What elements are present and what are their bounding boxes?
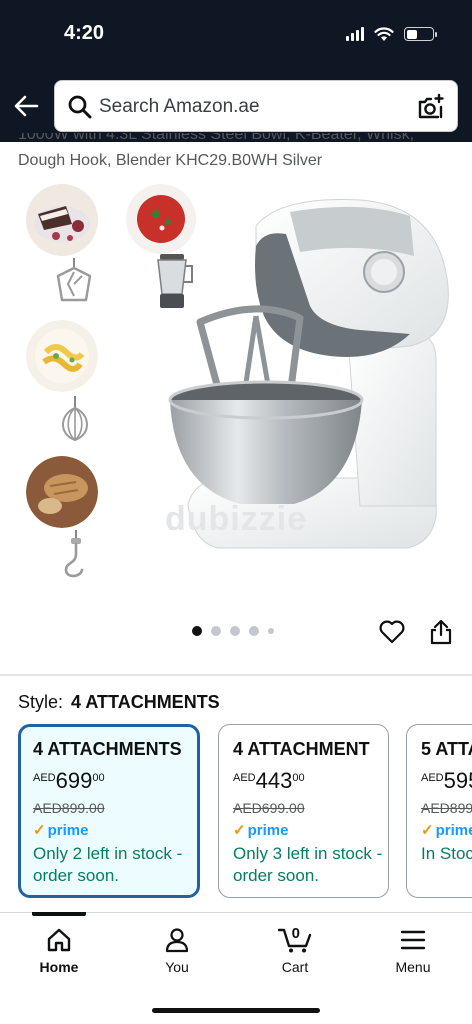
product-title: 1000W with 4.3L Stainless Steel Bowl, K-… — [18, 133, 458, 175]
prime-check-icon: ✓ — [33, 822, 46, 839]
style-label-text: Style: — [18, 692, 64, 712]
status-bar: 4:20 — [0, 0, 472, 70]
thumbnail-pasta[interactable] — [26, 320, 98, 392]
style-label: Style: 4 ATTACHMENTS — [18, 692, 220, 713]
wifi-icon — [374, 27, 394, 41]
share-icon[interactable] — [428, 618, 454, 646]
section-divider — [0, 674, 472, 676]
home-icon — [47, 928, 71, 952]
option-stock: Only 3 left in stock - order soon. — [233, 844, 383, 885]
nav-you-label: You — [165, 959, 189, 975]
search-header: Search Amazon.ae — [0, 70, 472, 142]
home-indicator[interactable] — [152, 1008, 320, 1013]
style-option-card[interactable]: 4 ATTACHMENTS AED69900 AED899.00 ✓ prime … — [18, 724, 200, 898]
style-option-card[interactable]: 4 ATTACHMENT AED44300 AED699.00 ✓ prime O… — [218, 724, 389, 898]
option-price: AED69900 — [33, 768, 105, 793]
nav-active-indicator — [32, 912, 86, 916]
style-selected-value: 4 ATTACHMENTS — [71, 692, 220, 712]
option-title: 4 ATTACHMENT — [233, 739, 370, 759]
search-placeholder: Search Amazon.ae — [99, 96, 260, 117]
bread-image — [26, 456, 98, 528]
search-input[interactable]: Search Amazon.ae — [54, 80, 458, 132]
option-price: AED59500 — [421, 768, 472, 793]
carousel-dot[interactable] — [211, 626, 221, 636]
prime-badge: ✓prime — [33, 821, 89, 840]
nav-home[interactable]: Home — [14, 927, 104, 975]
option-price: AED44300 — [233, 768, 305, 793]
thumbnail-bread[interactable] — [26, 456, 98, 528]
battery-icon — [404, 27, 437, 41]
back-arrow-icon[interactable] — [12, 92, 40, 120]
nav-you[interactable]: You — [132, 927, 222, 975]
carousel-dot[interactable] — [192, 626, 202, 636]
option-title: 5 ATTACHMENTS — [421, 739, 472, 759]
option-stock: In Stock — [421, 844, 472, 863]
carousel-dot[interactable] — [249, 626, 259, 636]
nav-menu-label: Menu — [395, 959, 431, 975]
nav-menu[interactable]: Menu — [368, 927, 458, 975]
status-time: 4:20 — [64, 22, 105, 44]
option-stock: Only 2 left in stock - order soon. — [33, 844, 183, 885]
carousel-dot[interactable] — [230, 626, 240, 636]
camera-search-icon[interactable] — [417, 93, 445, 121]
dough-hook-icon — [64, 530, 84, 578]
style-option-card[interactable]: 5 ATTACHMENTS AED59500 AED899.00 ✓prime … — [406, 724, 472, 898]
image-carousel-dots[interactable] — [192, 626, 274, 636]
prime-badge: ✓prime — [233, 821, 289, 840]
hamburger-menu-icon — [400, 930, 426, 950]
nav-cart-label: Cart — [281, 959, 309, 975]
cellular-signal-icon — [346, 27, 364, 41]
watermark: dubizzie — [165, 500, 308, 538]
person-icon — [165, 928, 189, 953]
whisk-icon — [62, 396, 88, 442]
search-icon — [68, 95, 92, 119]
product-title-line1: 1000W with 4.3L Stainless Steel Bowl, K-… — [18, 133, 415, 143]
nav-home-label: Home — [39, 959, 79, 975]
nav-cart[interactable]: 0 Cart — [250, 925, 340, 975]
prime-check-icon: ✓ — [421, 822, 434, 839]
prime-check-icon: ✓ — [233, 822, 246, 839]
status-icons — [346, 26, 437, 42]
product-title-line2: Dough Hook, Blender KHC29.B0WH Silver — [18, 152, 323, 169]
k-beater-icon — [56, 258, 92, 302]
option-was-price: AED899.00 — [33, 800, 105, 816]
cake-image — [26, 184, 98, 256]
pasta-image — [26, 320, 98, 392]
option-was-price: AED699.00 — [233, 800, 305, 816]
prime-badge: ✓prime — [421, 821, 472, 840]
thumbnail-cake[interactable] — [26, 184, 98, 256]
heart-icon[interactable] — [378, 618, 406, 646]
carousel-dot[interactable] — [268, 628, 274, 634]
option-was-price: AED899.00 — [421, 800, 472, 816]
option-title: 4 ATTACHMENTS — [33, 739, 182, 759]
cart-count-badge: 0 — [291, 925, 301, 942]
